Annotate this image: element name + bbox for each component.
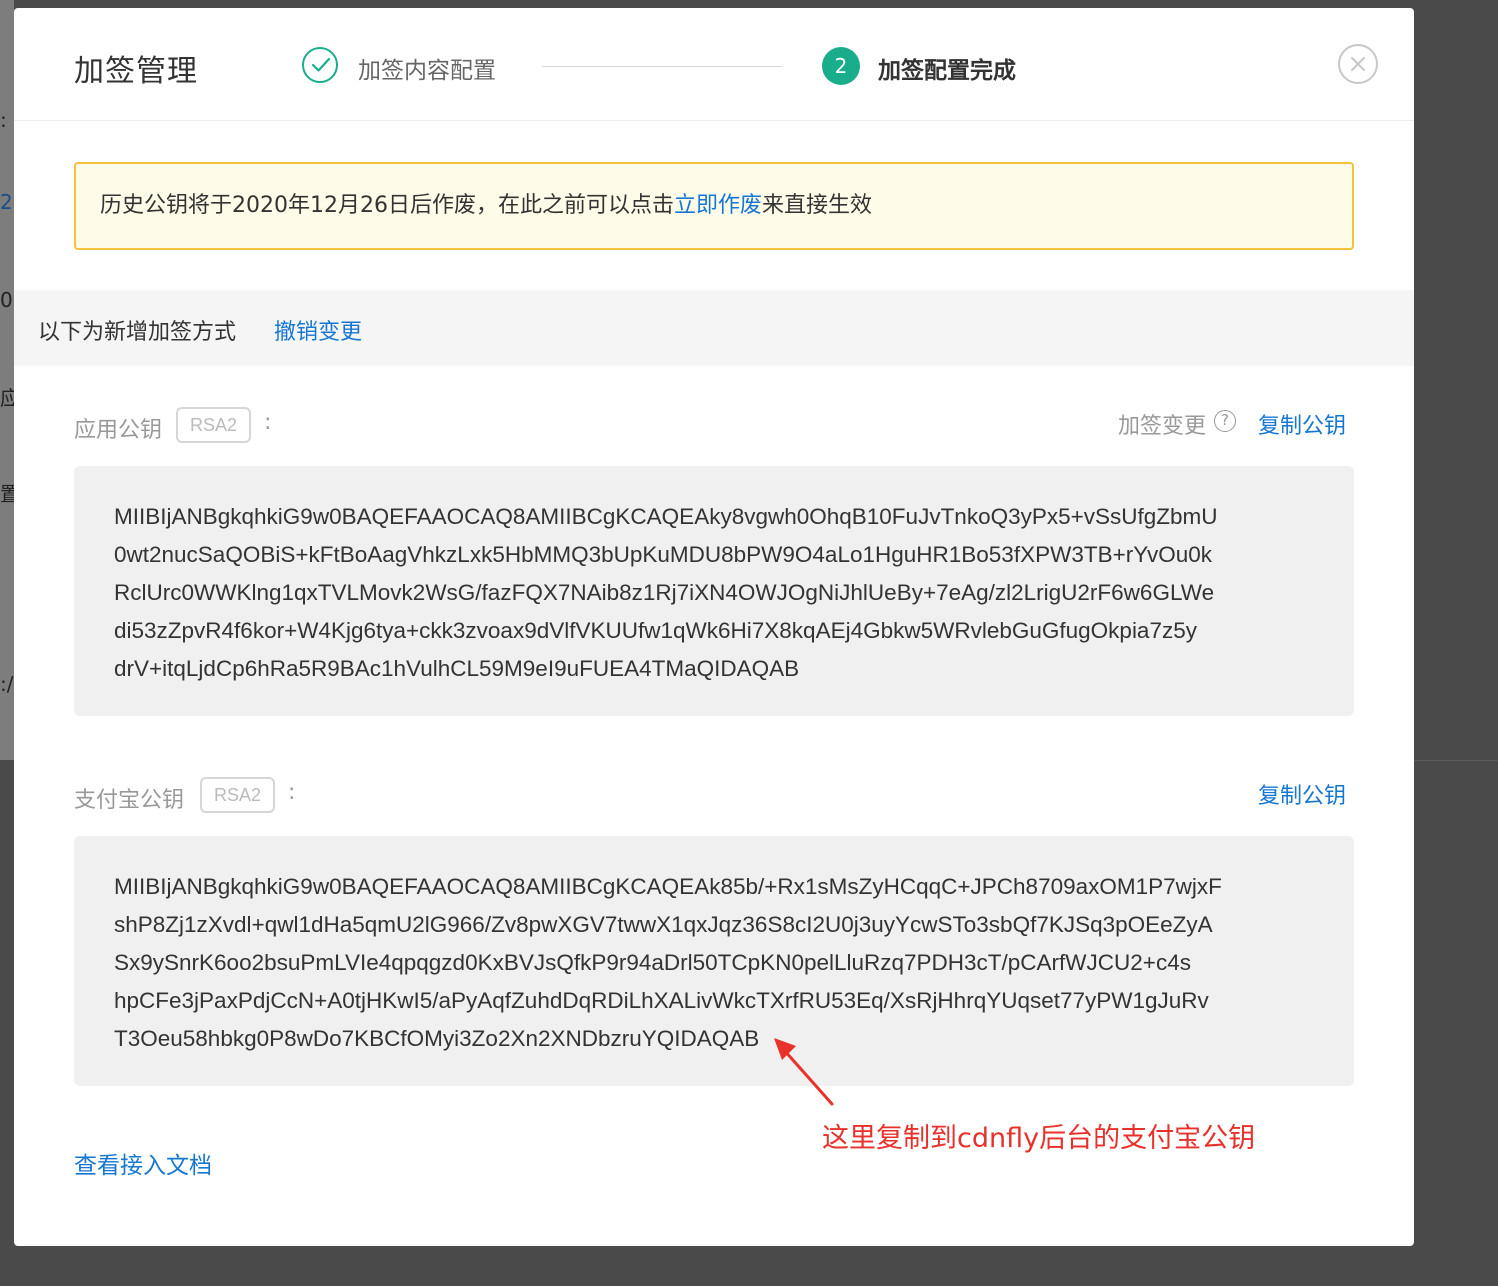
algorithm-badge: RSA2 (176, 407, 252, 443)
invalidate-now-link[interactable]: 立即作废 (674, 193, 762, 218)
algorithm-badge: RSA2 (200, 777, 276, 813)
step-connector (542, 66, 782, 67)
expiry-notice: 历史公钥将于2020年12月26日后作废，在此之前可以点击立即作废来直接生效 (74, 162, 1354, 250)
app-public-key-box: MIIBIjANBgkqhkiG9w0BAQEFAAOCAQ8AMIIBCgKC… (74, 466, 1354, 716)
key-line: hpCFe3jPaxPdjCcN+A0tjHKwI5/aPyAqfZuhdDqR… (114, 988, 1209, 1013)
key-line: shP8Zj1zXvdl+qwl1dHa5qmU2lG966/Zv8pwXGV7… (114, 912, 1213, 937)
step-label-config-complete: 加签配置完成 (878, 58, 1016, 84)
section-label: 以下为新增加签方式 (38, 320, 237, 345)
signing-change-label: 加签变更 (1118, 414, 1207, 439)
key-line: RclUrc0WWKlng1qxTVLMovk2WsG/fazFQX7NAib8… (114, 580, 1215, 605)
annotation-arrow-icon (774, 1038, 834, 1106)
app-key-label: 应用公钥 (74, 418, 163, 443)
background-text: : (0, 108, 7, 132)
step-number-badge: 2 (822, 47, 860, 85)
notice-text-suffix: 来直接生效 (762, 193, 873, 218)
close-icon[interactable] (1338, 44, 1378, 84)
annotation-text: 这里复制到cdnfly后台的支付宝公钥 (822, 1123, 1256, 1154)
view-docs-link[interactable]: 查看接入文档 (74, 1146, 212, 1180)
new-signing-section: 以下为新增加签方式 撤销变更 (14, 290, 1414, 366)
key-line: Sx9ySnrK6oo2bsuPmLVIe4qpqgzd0KxBVJsQfkP9… (114, 950, 1191, 975)
copy-alipay-key-button[interactable]: 复制公钥 (1258, 778, 1346, 810)
key-line: di53zZpvR4f6kor+W4Kjg6tya+ckk3zvoax9dVlf… (114, 618, 1197, 643)
key-line: MIIBIjANBgkqhkiG9w0BAQEFAAOCAQ8AMIIBCgKC… (114, 504, 1218, 529)
dialog-header: 加签管理 加签内容配置 2 加签配置完成 (14, 8, 1414, 121)
key-line: MIIBIjANBgkqhkiG9w0BAQEFAAOCAQ8AMIIBCgKC… (114, 874, 1222, 899)
background-divider (1414, 760, 1498, 761)
revert-change-link[interactable]: 撤销变更 (274, 314, 362, 346)
dialog-title: 加签管理 (74, 54, 198, 89)
signing-management-dialog: 加签管理 加签内容配置 2 加签配置完成 历史公钥将于2020年12月26日后作… (14, 8, 1414, 1246)
background-text: 0 (0, 288, 13, 312)
notice-text: 历史公钥将于2020年12月26日后作废，在此之前可以点击 (100, 193, 674, 218)
key-line: drV+itqLjdCp6hRa5R9BAc1hVulhCL59M9eI9uFU… (114, 656, 800, 681)
alipay-key-label: 支付宝公钥 (74, 788, 185, 813)
label-colon: : (288, 780, 296, 805)
check-icon (302, 47, 338, 83)
background-text: :/ (0, 672, 14, 696)
key-line: 0wt2nucSaQOBiS+kFtBoAagVhkzLxk5HbMMQ3bUp… (114, 542, 1213, 567)
copy-app-key-button[interactable]: 复制公钥 (1258, 408, 1346, 440)
step-label-content-config: 加签内容配置 (358, 58, 496, 84)
alipay-public-key-box: MIIBIjANBgkqhkiG9w0BAQEFAAOCAQ8AMIIBCgKC… (74, 836, 1354, 1086)
key-line: T3Oeu58hbkg0P8wDo7KBCfOMyi3Zo2Xn2XNDbzru… (114, 1026, 760, 1051)
label-colon: : (264, 410, 272, 435)
help-icon[interactable]: ? (1214, 410, 1236, 432)
